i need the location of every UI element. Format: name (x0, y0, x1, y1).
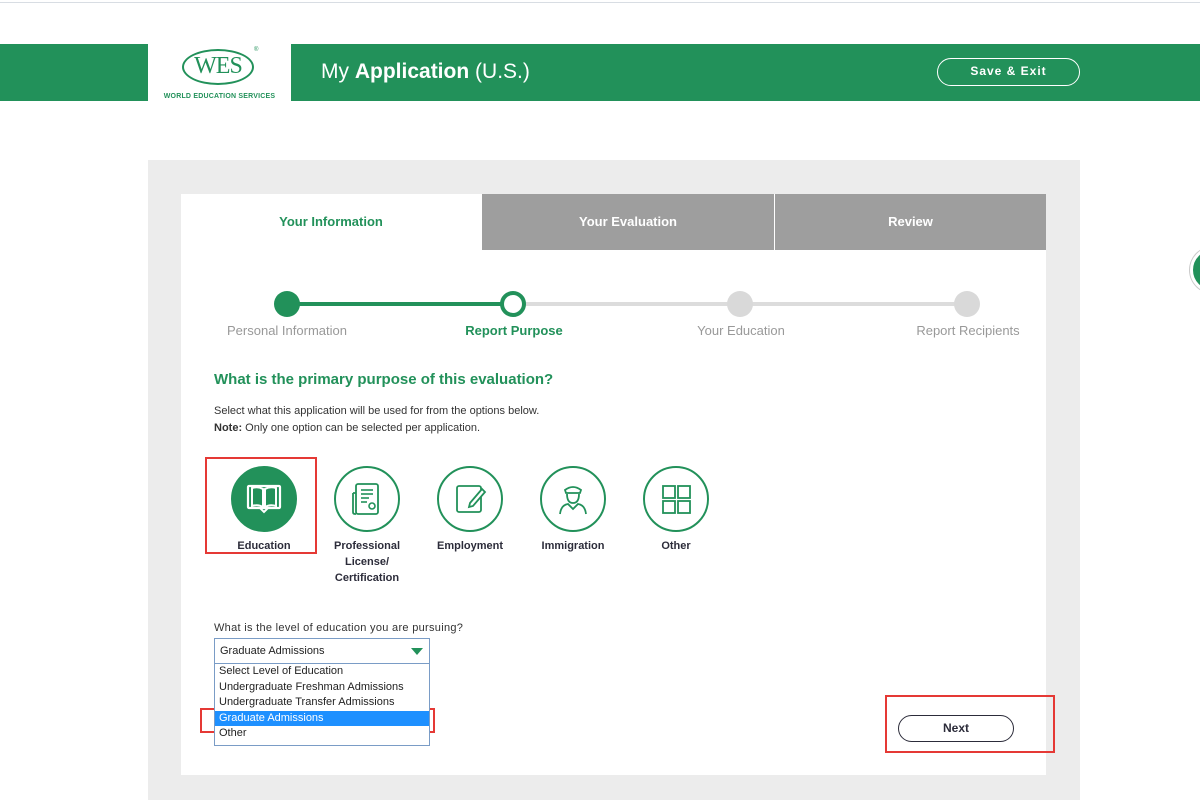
logo-mark: WES (182, 49, 254, 85)
purpose-label: Education (237, 540, 291, 552)
purpose-note: Note: Only one option can be selected pe… (214, 422, 480, 434)
tab-review[interactable]: Review (774, 194, 1046, 250)
tab-your-evaluation[interactable]: Your Evaluation (481, 194, 774, 250)
option-select-level[interactable]: Select Level of Education (215, 664, 429, 680)
step-dot-your-education (727, 291, 753, 317)
book-icon (231, 466, 297, 532)
step-dot-report-recipients (954, 291, 980, 317)
step-dot-report-purpose (500, 291, 526, 317)
officer-icon (540, 466, 606, 532)
logo-subtitle: WORLD EDUCATION SERVICES (163, 93, 276, 100)
purpose-instructions: Select what this application will be use… (214, 405, 540, 417)
app-header: WES ® WORLD EDUCATION SERVICES My Applic… (0, 44, 1200, 101)
option-other[interactable]: Other (215, 726, 429, 742)
purpose-label: Employment (436, 540, 503, 552)
stepper-progress (287, 302, 513, 306)
education-level-options: Select Level of Education Undergraduate … (214, 664, 430, 746)
step-dot-personal-information (274, 291, 300, 317)
tab-your-information[interactable]: Your Information (181, 194, 481, 250)
note-text: Only one option can be selected per appl… (245, 422, 480, 434)
title-bold: Application (354, 60, 470, 83)
save-exit-button[interactable]: Save & Exit (937, 58, 1080, 86)
education-level-select[interactable]: Graduate Admissions (214, 638, 430, 664)
purpose-professional-license[interactable]: Professional License/ Certification (312, 466, 422, 586)
purpose-education[interactable]: Education (209, 466, 319, 554)
note-label: Note: (214, 422, 243, 434)
purpose-employment[interactable]: Employment (415, 466, 525, 554)
education-level-question: What is the level of education you are p… (214, 622, 464, 634)
purpose-label: Other (661, 540, 691, 552)
purpose-label: Professional License/ Certification (333, 540, 401, 584)
top-divider (0, 2, 1200, 3)
step-label-report-purpose: Report Purpose (465, 323, 563, 338)
purpose-other[interactable]: Other (621, 466, 731, 554)
step-label-your-education: Your Education (697, 323, 785, 338)
wes-logo[interactable]: WES ® WORLD EDUCATION SERVICES (148, 44, 291, 101)
option-undergraduate-freshman[interactable]: Undergraduate Freshman Admissions (215, 680, 429, 696)
step-label-personal-information: Personal Information (227, 323, 347, 338)
purpose-label: Immigration (541, 540, 605, 552)
grid-icon (643, 466, 709, 532)
next-button[interactable]: Next (898, 715, 1014, 742)
logo-registered-mark: ® (254, 47, 259, 53)
title-suffix: (U.S.) (475, 60, 530, 83)
step-label-report-recipients: Report Recipients (916, 323, 1020, 338)
edit-document-icon (437, 466, 503, 532)
chevron-down-icon (411, 648, 423, 655)
purpose-immigration[interactable]: Immigration (518, 466, 628, 554)
help-chat-icon[interactable] (1190, 247, 1200, 293)
title-prefix: My (321, 60, 349, 83)
select-value: Graduate Admissions (220, 645, 325, 657)
option-undergraduate-transfer[interactable]: Undergraduate Transfer Admissions (215, 695, 429, 711)
option-graduate-admissions[interactable]: Graduate Admissions (215, 710, 429, 726)
page-title: My Application (U.S.) (321, 60, 530, 84)
purpose-question: What is the primary purpose of this eval… (214, 371, 554, 388)
certificate-icon (334, 466, 400, 532)
